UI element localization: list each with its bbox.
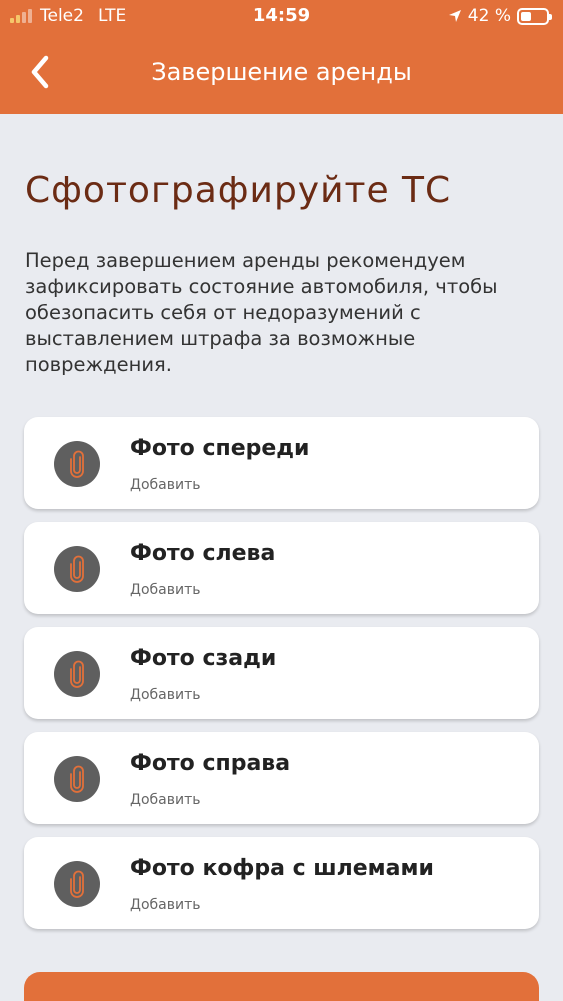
battery-icon <box>517 7 552 25</box>
photo-card-title: Фото справа <box>130 751 291 776</box>
attach-button[interactable] <box>54 441 100 487</box>
photo-card-title: Фото сзади <box>130 646 277 671</box>
photo-card-right[interactable]: Фото справа Добавить <box>24 732 539 824</box>
attach-button[interactable] <box>54 861 100 907</box>
battery-level <box>521 11 532 21</box>
nav-title: Завершение аренды <box>151 58 412 86</box>
photo-card-title: Фото слева <box>130 541 276 566</box>
photo-card-trunk-helmets[interactable]: Фото кофра с шлемами Добавить <box>24 837 539 929</box>
paperclip-icon <box>70 555 84 583</box>
photo-card-rear[interactable]: Фото сзади Добавить <box>24 627 539 719</box>
attach-button[interactable] <box>54 546 100 592</box>
photo-card-action: Добавить <box>130 792 201 808</box>
location-arrow-icon <box>448 10 461 22</box>
paperclip-icon <box>70 450 84 478</box>
status-right: 42 % <box>448 6 552 26</box>
photo-card-title: Фото спереди <box>130 436 310 461</box>
photo-card-action: Добавить <box>130 582 201 598</box>
battery-percent: 42 % <box>467 6 511 26</box>
finish-rental-button[interactable] <box>24 972 539 1001</box>
photo-card-front[interactable]: Фото спереди Добавить <box>24 417 539 509</box>
photo-card-title: Фото кофра с шлемами <box>130 856 434 881</box>
attach-button[interactable] <box>54 756 100 802</box>
page-title: Сфотографируйте ТС <box>25 170 452 211</box>
photo-card-action: Добавить <box>130 897 201 913</box>
status-bar: Tele2 LTE 14:59 42 % <box>0 0 563 34</box>
photo-card-left[interactable]: Фото слева Добавить <box>24 522 539 614</box>
paperclip-icon <box>70 660 84 688</box>
photo-card-action: Добавить <box>130 477 201 493</box>
app-header: Tele2 LTE 14:59 42 % Завершение аренды <box>0 0 563 114</box>
page-description: Перед завершением аренды рекомендуем заф… <box>25 249 498 376</box>
paperclip-icon <box>70 765 84 793</box>
paperclip-icon <box>70 870 84 898</box>
photo-card-action: Добавить <box>130 687 201 703</box>
attach-button[interactable] <box>54 651 100 697</box>
